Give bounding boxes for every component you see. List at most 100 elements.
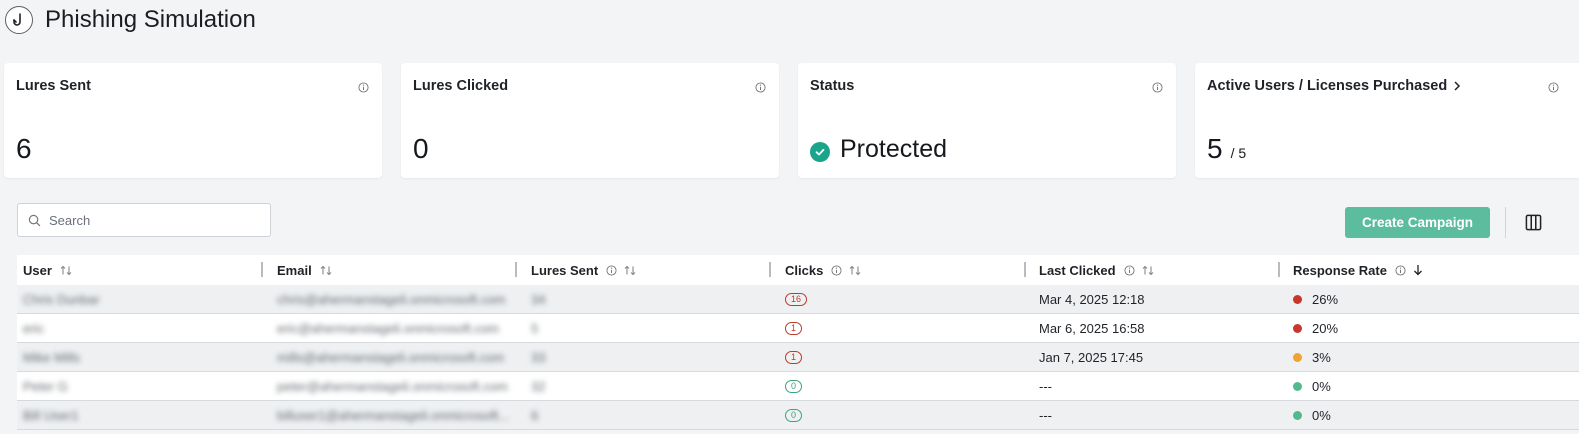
sort-icon[interactable] (1142, 265, 1154, 276)
column-separator[interactable] (1024, 262, 1026, 277)
response-rate-value: 26% (1312, 291, 1339, 307)
card-value: 6 (16, 133, 32, 164)
last-clicked-value: --- (1039, 378, 1052, 394)
lures-sent-value: 5 (531, 320, 539, 336)
columns-icon[interactable] (1522, 211, 1544, 233)
status-text: Protected (840, 135, 948, 163)
last-clicked-value: Mar 4, 2025 12:18 (1039, 291, 1145, 307)
info-icon[interactable] (1548, 80, 1559, 98)
response-rate-value: 0% (1312, 378, 1331, 394)
response-rate-value: 0% (1312, 407, 1331, 423)
column-label: User (23, 262, 52, 278)
info-icon[interactable] (755, 80, 766, 98)
card-lures-sent: Lures Sent 6 (4, 63, 382, 178)
info-icon[interactable] (606, 264, 617, 276)
user-name: Chris Dunbar (23, 291, 100, 307)
clicks-badge: 16 (785, 292, 808, 306)
user-name: Mike Mills (23, 349, 81, 365)
user-name: Peter G (23, 378, 68, 394)
info-icon[interactable] (1152, 80, 1163, 98)
info-icon[interactable] (358, 80, 369, 98)
search-input[interactable] (49, 212, 249, 228)
clicks-cell: 0 (785, 401, 803, 429)
last-clicked-value: Jan 7, 2025 17:45 (1039, 349, 1144, 365)
licenses-count: / 5 (1230, 145, 1247, 161)
column-header-clicks[interactable]: Clicks (785, 255, 861, 285)
response-rate-cell: 0% (1293, 401, 1331, 429)
sort-icon[interactable] (849, 265, 861, 276)
status-dot-icon (1293, 410, 1302, 420)
sort-icon[interactable] (60, 265, 72, 276)
page-header: Phishing Simulation (5, 5, 256, 35)
user-email: chris@ahermanstageli.onmicrosoft.com (277, 291, 506, 307)
card-title: Lures Clicked (413, 78, 509, 94)
column-header-last-clicked[interactable]: Last Clicked (1039, 255, 1154, 285)
column-separator[interactable] (1278, 262, 1280, 277)
table-header: User Email Lures Sent Clicks Last Clicke… (17, 255, 1579, 285)
response-rate-cell: 26% (1293, 285, 1338, 313)
table-row[interactable]: Chris Dunbar chris@ahermanstageli.onmicro… (17, 285, 1579, 314)
status-dot-icon (1293, 381, 1302, 391)
response-rate-cell: 3% (1293, 343, 1331, 371)
column-label: Email (277, 262, 312, 278)
lures-sent-value: 32 (531, 378, 546, 394)
response-rate-value: 20% (1312, 320, 1339, 336)
clicks-cell: 1 (785, 343, 803, 371)
user-email: mills@ahermanstageli.onmicrosoft.com (277, 349, 505, 365)
clicks-badge: 1 (785, 350, 803, 364)
card-value: 5 / 5 (1207, 133, 1246, 165)
table-row[interactable]: Peter G peter@ahermanstageli.onmicrosoft.… (17, 372, 1579, 401)
card-status: Status Protected (798, 63, 1176, 178)
check-circle-icon (810, 141, 830, 162)
lures-sent-value: 34 (531, 291, 546, 307)
table-body: Chris Dunbar chris@ahermanstageli.onmicro… (17, 285, 1579, 430)
card-title: Lures Sent (16, 78, 91, 94)
column-label: Clicks (785, 262, 824, 278)
column-label: Response Rate (1293, 262, 1387, 278)
card-title: Active Users / Licenses Purchased (1207, 78, 1448, 94)
status-value: Protected (810, 135, 947, 164)
info-icon[interactable] (1124, 264, 1135, 276)
search-box[interactable] (17, 203, 271, 237)
sort-desc-icon[interactable] (1413, 264, 1423, 276)
table-row[interactable]: Mike Mills mills@ahermanstageli.onmicroso… (17, 343, 1579, 372)
sort-icon[interactable] (624, 265, 636, 276)
card-lures-clicked: Lures Clicked 0 (401, 63, 779, 178)
toolbar-divider (1505, 207, 1506, 238)
clicks-cell: 1 (785, 314, 803, 342)
clicks-cell: 0 (785, 372, 803, 400)
user-email: eric@ahermanstageli.onmicrosoft.com (277, 320, 500, 336)
table-row[interactable]: eric eric@ahermanstageli.onmicrosoft.com 5… (17, 314, 1579, 343)
column-header-lures-sent[interactable]: Lures Sent (531, 255, 636, 285)
info-icon[interactable] (1395, 264, 1406, 276)
info-icon[interactable] (831, 264, 842, 276)
column-separator[interactable] (515, 262, 517, 277)
last-clicked-value: Mar 6, 2025 16:58 (1039, 320, 1145, 336)
response-rate-cell: 0% (1293, 372, 1331, 400)
user-name: Bill User1 (23, 407, 79, 423)
chevron-right-icon (1453, 81, 1461, 91)
clicks-badge: 0 (785, 408, 803, 422)
lures-sent-value: 6 (531, 407, 539, 423)
active-users-count: 5 (1207, 133, 1223, 164)
card-title-link[interactable]: Active Users / Licenses Purchased (1207, 78, 1461, 94)
clicks-badge: 0 (785, 379, 803, 393)
status-dot-icon (1293, 323, 1302, 333)
create-campaign-button[interactable]: Create Campaign (1345, 207, 1490, 238)
column-header-response-rate[interactable]: Response Rate (1293, 255, 1423, 285)
status-dot-icon (1293, 352, 1302, 362)
users-table: User Email Lures Sent Clicks Last Clicke… (17, 255, 1579, 430)
column-separator[interactable] (261, 262, 263, 277)
column-header-user[interactable]: User (23, 255, 72, 285)
column-separator[interactable] (769, 262, 771, 277)
clicks-badge: 1 (785, 321, 803, 335)
column-header-email[interactable]: Email (277, 255, 332, 285)
table-row[interactable]: Bill User1 billuser1@ahermanstageli.onmic… (17, 401, 1579, 430)
card-value: 0 (413, 133, 429, 164)
lures-sent-value: 33 (531, 349, 546, 365)
sort-icon[interactable] (320, 265, 332, 276)
column-label: Lures Sent (531, 262, 599, 278)
column-label: Last Clicked (1039, 262, 1116, 278)
fishing-hook-icon (5, 6, 33, 34)
page-title: Phishing Simulation (45, 6, 256, 33)
